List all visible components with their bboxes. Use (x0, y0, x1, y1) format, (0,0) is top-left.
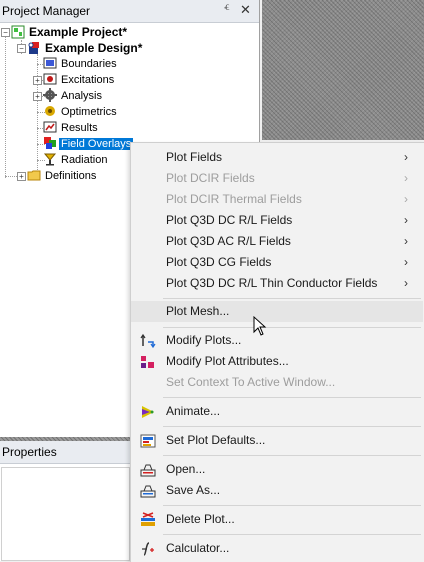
tree-node-definitions[interactable]: Definitions (27, 168, 98, 184)
chevron-right-icon: › (404, 192, 408, 206)
definitions-expander[interactable]: + (17, 172, 26, 181)
mouse-cursor-icon (253, 316, 267, 336)
menu-item-modify-plot-attributes[interactable]: Modify Plot Attributes... (131, 351, 423, 372)
project-manager-title: Project Manager (2, 4, 91, 18)
design-expander[interactable]: − (17, 44, 26, 53)
tree-label-project: Example Project* (29, 25, 128, 39)
chevron-right-icon: › (404, 234, 408, 248)
calculator-icon (142, 542, 154, 556)
chevron-right-icon: › (404, 213, 408, 227)
menu-item-plot-q3d-cg-fields[interactable]: Plot Q3D CG Fields › (131, 252, 423, 273)
tree-label-radiation: Radiation (61, 154, 108, 166)
menu-separator (163, 397, 421, 398)
tree-label-boundaries: Boundaries (61, 58, 117, 70)
design-icon (28, 42, 39, 55)
animate-icon (142, 406, 154, 418)
menu-item-plot-dcir-thermal-fields: Plot DCIR Thermal Fields › (131, 189, 423, 210)
tree-node-results[interactable]: Results (43, 120, 100, 136)
delete-plot-icon (141, 512, 155, 526)
chevron-right-icon: › (404, 150, 408, 164)
tree-node-radiation[interactable]: Radiation (43, 152, 109, 168)
tree-node-optimetrics[interactable]: Optimetrics (43, 104, 119, 120)
project-icon (11, 25, 25, 39)
menu-item-plot-q3d-thin-conductor-fields[interactable]: Plot Q3D DC R/L Thin Conductor Fields › (131, 273, 423, 294)
tree-label-excitations: Excitations (61, 74, 115, 86)
tree-node-excitations[interactable]: Excitations (43, 72, 116, 88)
field-overlays-icon (44, 137, 56, 150)
properties-panel: Properties (0, 441, 131, 561)
plot-defaults-icon (140, 434, 156, 448)
save-as-icon (140, 485, 156, 498)
menu-separator (163, 534, 421, 535)
menu-separator (163, 298, 421, 299)
optimetrics-icon (45, 106, 55, 117)
chevron-right-icon: › (404, 255, 408, 269)
menu-item-plot-fields[interactable]: Plot Fields › (131, 147, 423, 168)
plot-attributes-icon (141, 356, 154, 368)
menu-item-plot-q3d-ac-rl-fields[interactable]: Plot Q3D AC R/L Fields › (131, 231, 423, 252)
menu-item-calculator[interactable]: Calculator... (131, 538, 423, 559)
tree-node-analysis[interactable]: Analysis (43, 88, 104, 104)
menu-item-modify-plots[interactable]: Modify Plots... (131, 330, 423, 351)
menu-item-set-plot-defaults[interactable]: Set Plot Defaults... (131, 430, 423, 451)
menu-item-save-as[interactable]: Save As... (131, 480, 423, 501)
tree-label-definitions: Definitions (45, 170, 97, 182)
chevron-right-icon: › (404, 171, 408, 185)
properties-title: Properties (2, 445, 57, 459)
gear-icon (43, 88, 57, 103)
menu-item-animate[interactable]: Animate... (131, 401, 423, 422)
menu-item-plot-dcir-fields: Plot DCIR Fields › (131, 168, 423, 189)
menu-separator (163, 505, 421, 506)
tree-node-design[interactable]: Example Design* (27, 40, 144, 56)
tree-label-optimetrics: Optimetrics (61, 106, 117, 118)
menu-item-open[interactable]: Open... (131, 459, 423, 480)
menu-separator (163, 455, 421, 456)
tree-label-field-overlays: Field Overlays (59, 138, 134, 150)
menu-item-plot-q3d-dc-rl-fields[interactable]: Plot Q3D DC R/L Fields › (131, 210, 423, 231)
pin-icon[interactable]: ⱔ (224, 3, 230, 16)
menu-separator (163, 327, 421, 328)
tree-node-field-overlays[interactable]: Field Overlays (43, 136, 134, 152)
menu-item-set-context-active-window: Set Context To Active Window... (166, 375, 336, 389)
tree-label-analysis: Analysis (61, 90, 102, 102)
menu-item-delete-plot[interactable]: Delete Plot... (131, 509, 423, 530)
analysis-expander[interactable]: + (33, 92, 42, 101)
radiation-icon (43, 153, 57, 166)
results-icon (43, 121, 57, 133)
context-menu: Plot Fields › Plot DCIR Fields › Plot DC… (130, 142, 424, 562)
modify-plots-icon (140, 333, 156, 349)
menu-item-plot-mesh[interactable]: Plot Mesh... (131, 301, 423, 322)
menu-separator (163, 426, 421, 427)
open-icon (140, 464, 156, 477)
tree-label-design: Example Design* (45, 41, 143, 55)
project-expander[interactable]: − (1, 28, 10, 37)
tree-label-results: Results (61, 122, 98, 134)
modeler-canvas (262, 0, 424, 140)
tree-node-project[interactable]: Example Project* (11, 24, 129, 40)
excitations-icon (43, 73, 57, 85)
tree-node-boundaries[interactable]: Boundaries (43, 56, 119, 72)
close-icon[interactable]: ✕ (240, 2, 251, 18)
excitations-expander[interactable]: + (33, 76, 42, 85)
project-manager-titlebar: Project Manager ⱔ ✕ (0, 0, 259, 23)
boundaries-icon (43, 57, 57, 69)
folder-icon (27, 170, 41, 181)
properties-titlebar: Properties (0, 441, 130, 464)
properties-body (1, 467, 130, 561)
chevron-right-icon: › (404, 276, 408, 290)
